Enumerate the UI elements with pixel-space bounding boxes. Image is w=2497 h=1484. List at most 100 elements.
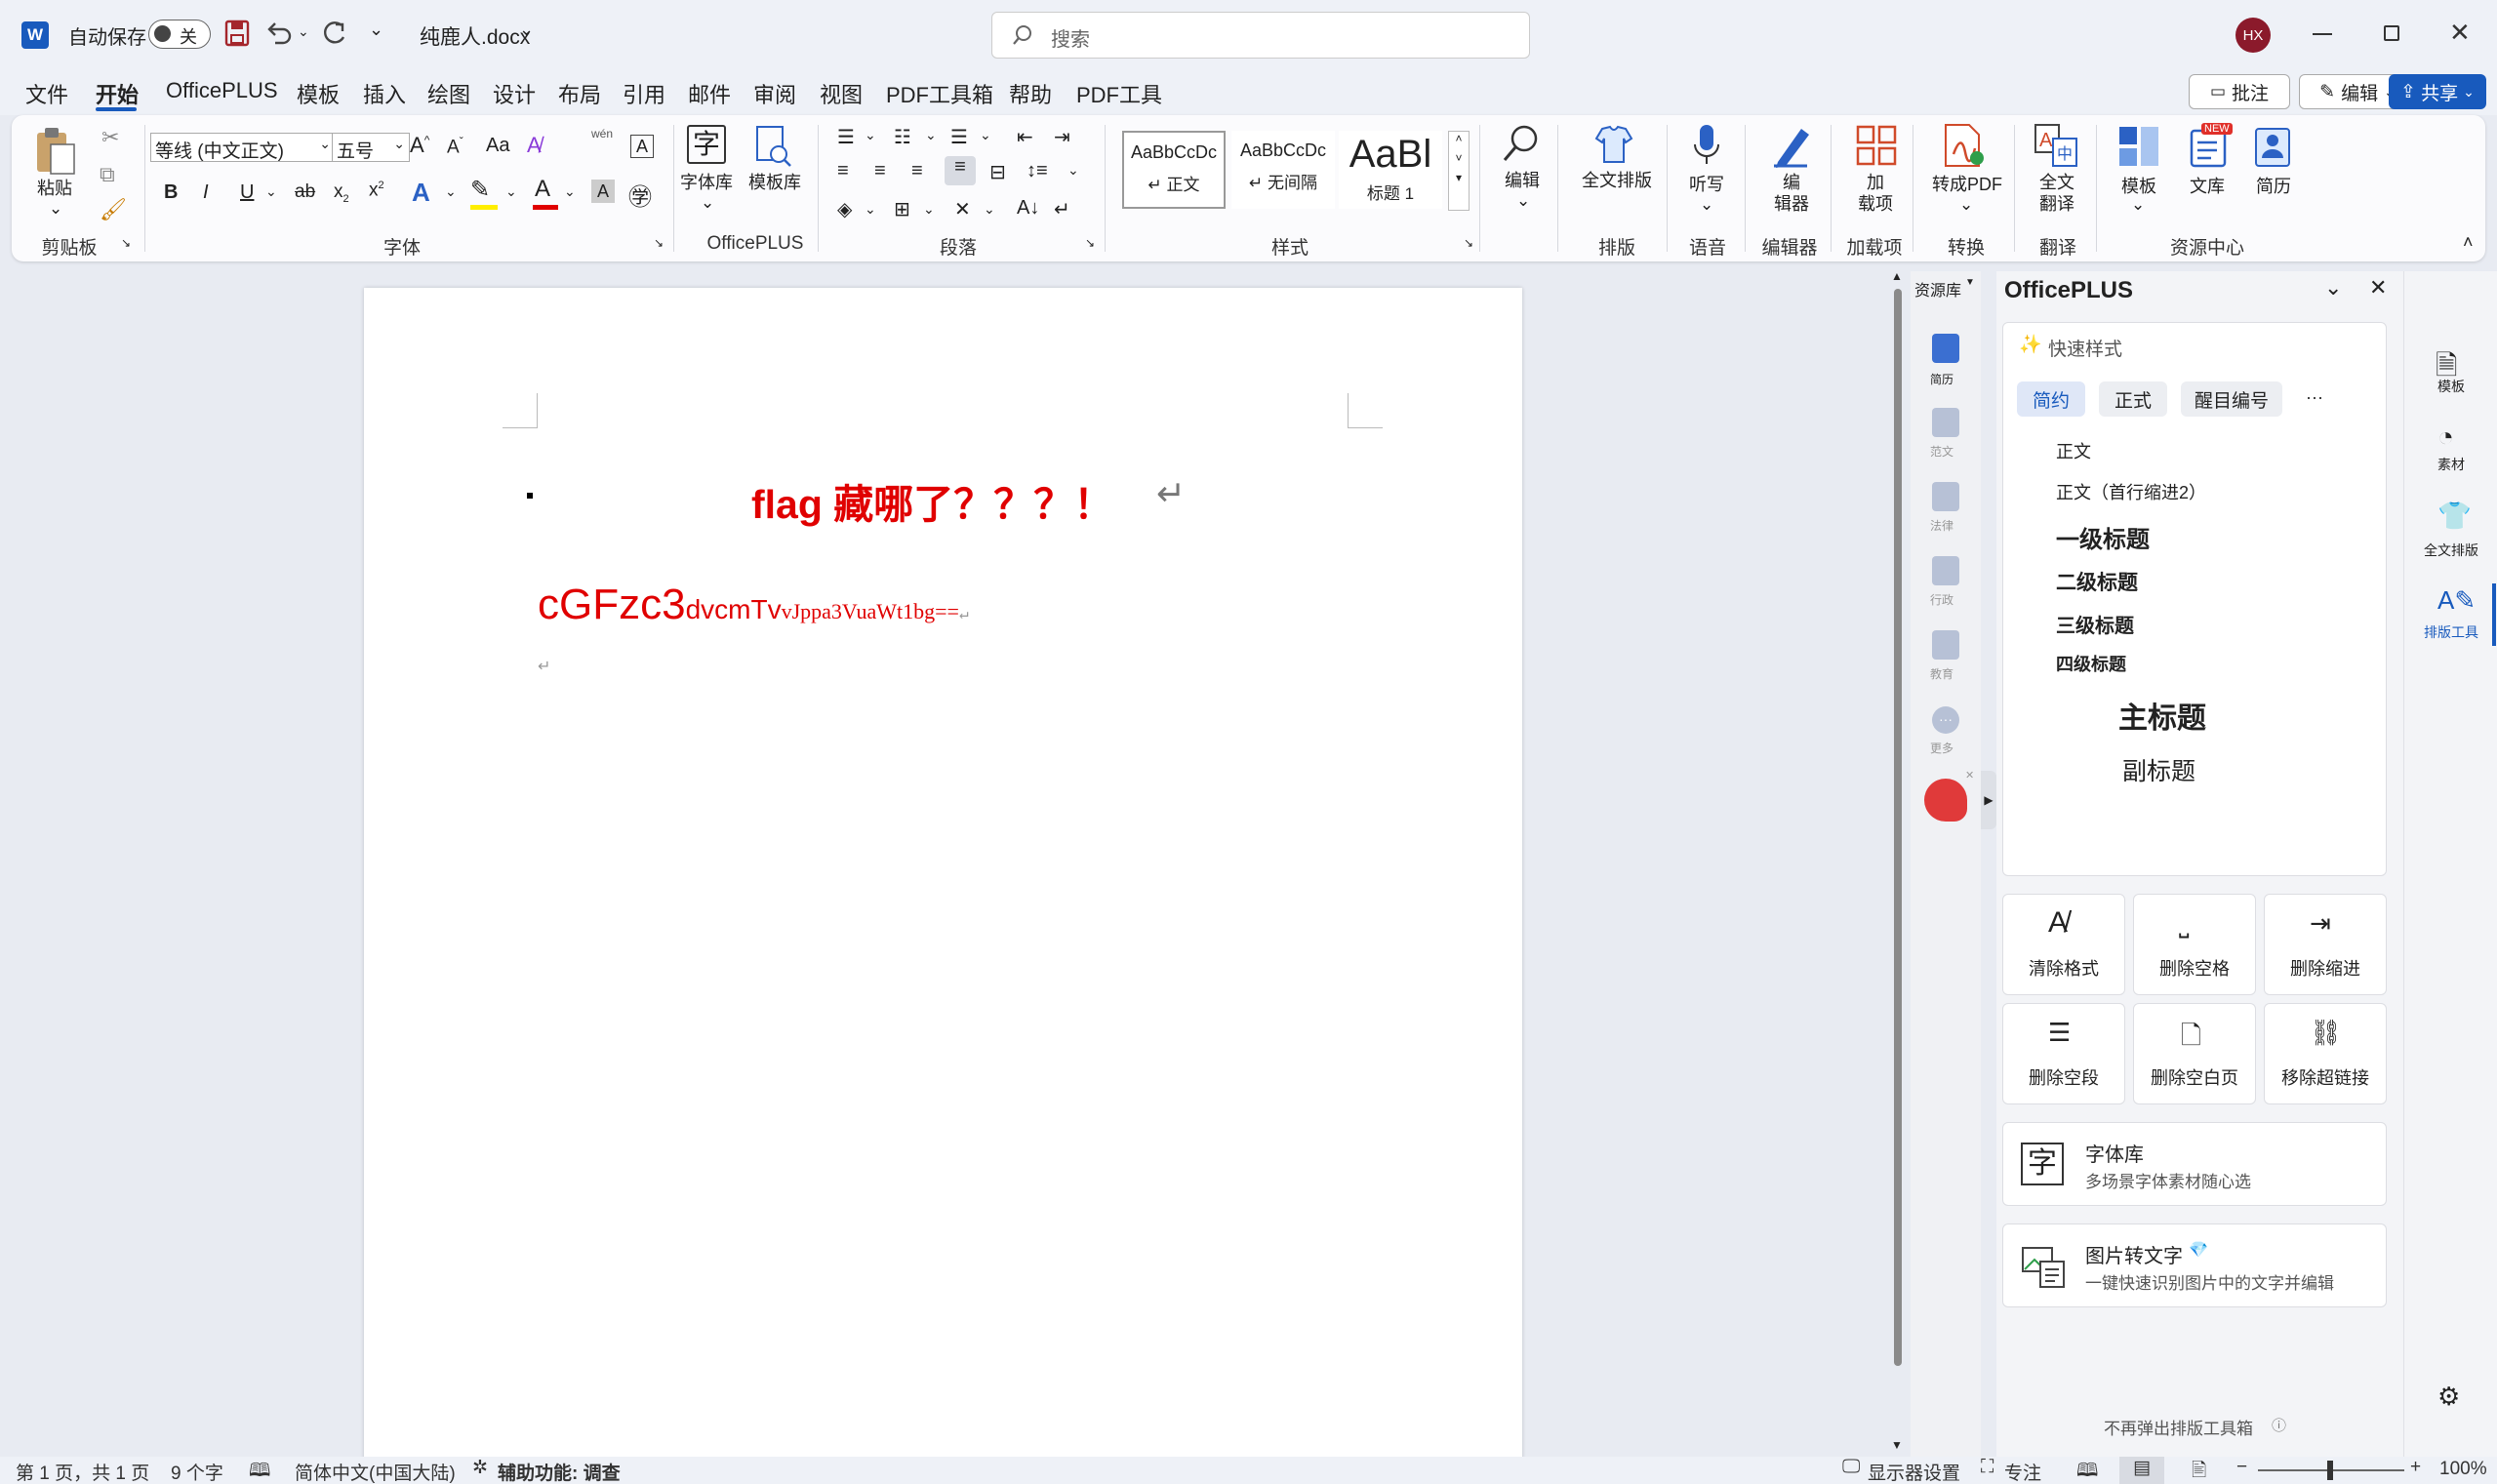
info-icon[interactable]: ⓘ xyxy=(2272,1415,2286,1435)
pane-close-icon[interactable]: ✕ xyxy=(2369,275,2387,301)
status-accessibility[interactable]: 辅助功能: 调查 xyxy=(498,1459,621,1484)
resource-strip-title[interactable]: 资源库 xyxy=(1914,277,1961,301)
sort-icon[interactable]: A↓ xyxy=(1017,197,1039,220)
copy-icon[interactable]: ⧉ xyxy=(100,162,115,187)
menu-home[interactable]: 开始 xyxy=(96,78,139,109)
template-center-dropdown-icon[interactable]: ⌄ xyxy=(2131,195,2145,215)
dictate-icon[interactable] xyxy=(1692,123,1721,168)
print-layout-button[interactable]: ▤ xyxy=(2119,1457,2164,1484)
document-heading[interactable]: flag 藏哪了？？？！ xyxy=(751,471,1113,530)
font-color-icon[interactable]: A xyxy=(535,176,550,203)
dictate-dropdown-icon[interactable]: ⌄ xyxy=(1700,195,1713,215)
delete-blank-page-button[interactable]: 🗋 删除空白页 xyxy=(2133,1003,2256,1104)
menu-officeplus[interactable]: OfficePLUS xyxy=(166,78,278,103)
styles-scroll[interactable]: ˄ ˅ ▾ xyxy=(1448,131,1470,211)
side-item-fulltext[interactable]: 全文排版 xyxy=(2404,541,2497,560)
pane-options-icon[interactable]: ⌄ xyxy=(2324,275,2342,301)
font-dialog-launcher-icon[interactable]: ↘ xyxy=(654,236,664,250)
style-tab-formal[interactable]: 正式 xyxy=(2099,381,2167,417)
shading-icon[interactable]: ◈ xyxy=(837,197,852,221)
zoom-level[interactable]: 100% xyxy=(2439,1459,2487,1480)
strip-item-admin[interactable]: 行政 xyxy=(1930,591,1953,608)
distributed-icon[interactable]: ⊟ xyxy=(989,160,1006,184)
clipboard-dialog-launcher-icon[interactable]: ↘ xyxy=(121,236,131,250)
accessibility-icon[interactable]: ✲ xyxy=(472,1457,488,1479)
document-filename[interactable]: 纯鹿人.docx xyxy=(420,21,530,51)
menu-layout[interactable]: 布局 xyxy=(558,78,601,109)
editor-label-1[interactable]: 编 xyxy=(1764,172,1819,193)
char-shading-icon[interactable]: A xyxy=(591,180,615,203)
menu-view[interactable]: 视图 xyxy=(820,78,863,109)
read-mode-icon[interactable]: 🕮 xyxy=(2076,1457,2098,1484)
comments-button[interactable]: ▭ 批注 xyxy=(2189,74,2290,109)
style-no-spacing[interactable]: AaBbCcDc ↵ 无间隔 xyxy=(1231,131,1335,209)
side-item-template[interactable]: 模板 xyxy=(2404,377,2497,396)
redo-icon[interactable] xyxy=(320,20,349,47)
status-display-settings[interactable]: 显示器设置 xyxy=(1868,1459,1960,1484)
bullets-icon[interactable]: ☰ xyxy=(837,125,855,149)
library-label[interactable]: 文库 xyxy=(2180,176,2235,197)
text-effects-icon[interactable]: A xyxy=(412,178,430,208)
undo-icon[interactable] xyxy=(265,20,295,47)
encoded-text[interactable]: cGFzc3dvcmTvvJppa3VuaWt1bg==↵ xyxy=(538,581,969,629)
resume-label[interactable]: 简历 xyxy=(2246,176,2301,197)
undo-dropdown-icon[interactable]: ⌄ xyxy=(298,23,309,40)
status-page[interactable]: 第 1 页，共 1 页 xyxy=(16,1459,149,1484)
menu-references[interactable]: 引用 xyxy=(623,78,665,109)
education-strip-icon[interactable] xyxy=(1932,630,1959,660)
menu-template[interactable]: 模板 xyxy=(297,78,340,109)
restore-icon[interactable] xyxy=(2384,25,2399,41)
quick-style-title-main[interactable]: 主标题 xyxy=(2118,694,2206,737)
paragraph-dialog-launcher-icon[interactable]: ↘ xyxy=(1085,236,1095,250)
multilevel-list-icon[interactable]: ☰ xyxy=(950,125,968,149)
delete-spaces-button[interactable]: ⎵ 删除空格 xyxy=(2133,894,2256,995)
template-center-label[interactable]: 模板 xyxy=(2112,176,2166,197)
zoom-slider-thumb[interactable] xyxy=(2327,1461,2333,1480)
quick-style-h1[interactable]: 一级标题 xyxy=(2056,520,2150,554)
menu-pdf-tools[interactable]: PDF工具 xyxy=(1076,78,1162,109)
template-library-icon[interactable] xyxy=(753,125,792,168)
avatar[interactable]: HX xyxy=(2235,18,2271,53)
material-side-icon[interactable]: ◔ xyxy=(2437,421,2454,453)
strip-item-resume[interactable]: 简历 xyxy=(1930,371,1953,387)
menu-file[interactable]: 文件 xyxy=(25,78,68,109)
quick-style-body-indent[interactable]: 正文（首行缩进2） xyxy=(2056,479,2206,504)
bullets-dropdown-icon[interactable]: ⌄ xyxy=(865,127,876,143)
filename-chevron-icon[interactable]: ⌄ xyxy=(519,20,534,40)
style-tabs-more-icon[interactable]: ··· xyxy=(2306,387,2323,408)
font-color-dropdown-icon[interactable]: ⌄ xyxy=(564,183,576,200)
font-size-select[interactable]: 五号 ⌄ xyxy=(332,133,410,162)
quick-style-subtitle[interactable]: 副标题 xyxy=(2122,752,2195,787)
scroll-up-icon[interactable]: ▲ xyxy=(1891,269,1903,283)
resume-strip-icon[interactable] xyxy=(1932,334,1959,363)
dictate-label[interactable]: 听写 xyxy=(1682,174,1731,195)
line-spacing-dropdown-icon[interactable]: ⌄ xyxy=(1067,162,1079,179)
menu-pdf-toolbox[interactable]: PDF工具箱 xyxy=(886,78,993,109)
underline-icon[interactable]: U xyxy=(240,181,254,204)
bold-icon[interactable]: B xyxy=(164,181,178,204)
asian-layout-icon[interactable]: ✕ xyxy=(954,197,971,221)
translate-icon[interactable]: A中 xyxy=(2034,123,2078,168)
quick-style-body[interactable]: 正文 xyxy=(2056,438,2091,463)
grow-font-icon[interactable]: A^ xyxy=(410,133,429,158)
increase-indent-icon[interactable]: ⇥ xyxy=(1054,125,1070,149)
layout-tool-side-icon[interactable]: A✎ xyxy=(2437,585,2476,616)
font-library-dropdown-icon[interactable]: ⌄ xyxy=(701,193,714,213)
strip-item-more[interactable]: 更多 xyxy=(1930,740,1953,756)
focus-icon[interactable]: ⛶ xyxy=(1981,1457,1994,1478)
decrease-indent-icon[interactable]: ⇤ xyxy=(1017,125,1033,149)
fulltext-side-icon[interactable]: 👕 xyxy=(2437,500,2472,532)
font-library-card[interactable]: 字 字体库 多场景字体素材随心选 xyxy=(2002,1122,2387,1206)
show-marks-icon[interactable]: ↵ xyxy=(1054,197,1070,221)
save-icon[interactable] xyxy=(224,20,250,47)
multilevel-dropdown-icon[interactable]: ⌄ xyxy=(980,127,991,143)
status-language[interactable]: 简体中文(中国大陆) xyxy=(295,1459,456,1484)
document-scrollbar[interactable]: ▲ ▼ xyxy=(1891,269,1905,1458)
convert-pdf-label[interactable]: 转成PDF xyxy=(1920,174,2014,195)
translate-label-1[interactable]: 全文 xyxy=(2028,172,2086,193)
highlight-dropdown-icon[interactable]: ⌄ xyxy=(505,183,517,200)
asian-layout-dropdown-icon[interactable]: ⌄ xyxy=(984,201,995,218)
strikethrough-icon[interactable]: ab xyxy=(295,181,315,203)
document-page[interactable]: flag 藏哪了？？？！ ↵ cGFzc3dvcmTvvJppa3VuaWt1b… xyxy=(364,288,1522,1484)
delete-empty-para-button[interactable]: ☰ 删除空段 xyxy=(2002,1003,2125,1104)
